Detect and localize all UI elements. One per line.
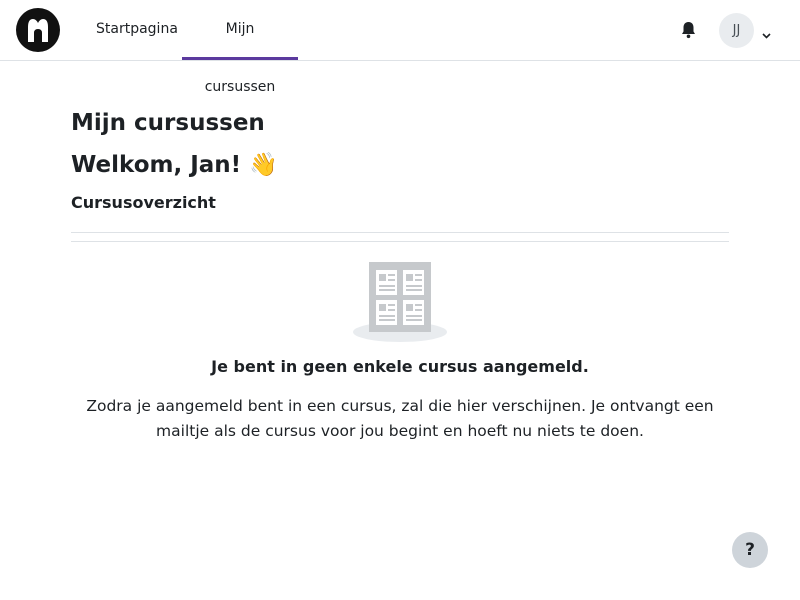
empty-state-title: Je bent in geen enkele cursus aangemeld. (211, 357, 589, 376)
welcome-heading: Welkom, Jan! 👋 (71, 151, 278, 178)
divider (71, 241, 729, 242)
nav-link-home[interactable]: Startpagina (88, 0, 186, 60)
divider (71, 232, 729, 233)
chevron-down-icon[interactable] (761, 26, 772, 39)
page-title: Mijn cursussen (71, 110, 265, 136)
bell-icon[interactable] (680, 21, 697, 39)
help-button[interactable]: ? (732, 532, 768, 568)
empty-state-text: Zodra je aangemeld bent in een cursus, z… (86, 397, 714, 440)
user-avatar[interactable]: JJ (719, 13, 754, 48)
courses-grid-icon (352, 260, 448, 344)
section-title: Cursusoverzicht (71, 193, 216, 212)
top-navbar: Startpagina Mijn cursussen JJ (0, 0, 800, 95)
nav-link-my-courses[interactable]: Mijn cursussen (182, 0, 298, 95)
waving-hand-icon: 👋 (249, 152, 278, 178)
welcome-text: Welkom, Jan! (71, 152, 242, 178)
site-logo-icon[interactable] (16, 8, 60, 52)
